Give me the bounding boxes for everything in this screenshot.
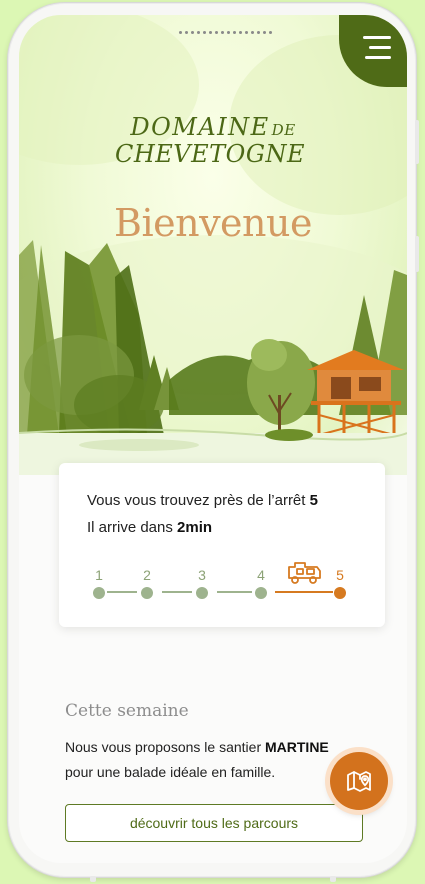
stop-marker[interactable]: 4	[251, 567, 271, 599]
all-trails-button[interactable]: découvrir tous les parcours	[65, 804, 363, 842]
brand-line2: CHEVETOGNE	[114, 140, 306, 168]
phone-bottom-nub	[330, 876, 336, 882]
hero-illustration: DOMAINE DE CHEVETOGNE Bienvenue	[19, 15, 407, 475]
stop-label: 2	[143, 567, 151, 583]
stop-label: 5	[336, 567, 344, 583]
week-section-title: Cette semaine	[65, 701, 189, 721]
stop-label: 1	[95, 567, 103, 583]
map-pin-icon	[347, 771, 371, 792]
stop-marker-current[interactable]: 5	[330, 567, 350, 599]
stop-location-prefix: Vous vous trouvez près de l’arrêt	[87, 492, 310, 509]
tourist-train-icon	[288, 562, 321, 584]
stop-label: 4	[257, 567, 265, 583]
week-text-suffix: pour une balade idéale en famille.	[65, 764, 276, 780]
brand-logo: DOMAINE DE CHEVETOGNE	[19, 115, 407, 166]
stop-dot	[141, 587, 153, 599]
forest-lake-scene	[19, 15, 407, 475]
trail-name: MARTINE	[265, 739, 329, 755]
phone-side-button	[415, 120, 419, 164]
week-text-prefix: Nous vous proposons le santier	[65, 739, 265, 755]
progress-segment	[107, 591, 137, 593]
brand-line1: DOMAINE	[130, 113, 270, 141]
progress-segment	[217, 591, 252, 593]
stop-dot	[196, 587, 208, 599]
stop-label: 3	[198, 567, 206, 583]
phone-side-button	[415, 236, 419, 272]
phone-bottom-nub	[90, 876, 96, 882]
stop-marker[interactable]: 2	[137, 567, 157, 599]
arrival-time: 2min	[177, 519, 213, 536]
brand-de: DE	[271, 121, 296, 139]
welcome-title: Bienvenue	[114, 201, 312, 245]
stop-marker[interactable]: 1	[89, 567, 109, 599]
current-stop-number: 5	[309, 492, 318, 509]
stop-info-card: Vous vous trouvez près de l’arrêt 5 Il a…	[59, 463, 385, 627]
stop-progress: 1 2 3 4 5	[89, 562, 350, 617]
arrival-text: Il arrive dans 2min	[87, 514, 385, 541]
app-screen: DOMAINE DE CHEVETOGNE Bienvenue Vous vous…	[19, 15, 407, 863]
phone-speaker	[179, 31, 272, 34]
stop-dot	[255, 587, 267, 599]
hamburger-menu-icon	[363, 36, 391, 60]
progress-segment-active	[275, 591, 333, 593]
stop-dot	[334, 587, 346, 599]
stop-marker[interactable]: 3	[192, 567, 212, 599]
stop-location-text: Vous vous trouvez près de l’arrêt 5	[87, 487, 385, 514]
arrival-prefix: Il arrive dans	[87, 519, 178, 536]
map-fab-button[interactable]	[330, 752, 388, 810]
progress-segment	[162, 591, 192, 593]
week-recommendation-text: Nous vous proposons le santier MARTINE p…	[65, 735, 365, 785]
stop-dot	[93, 587, 105, 599]
